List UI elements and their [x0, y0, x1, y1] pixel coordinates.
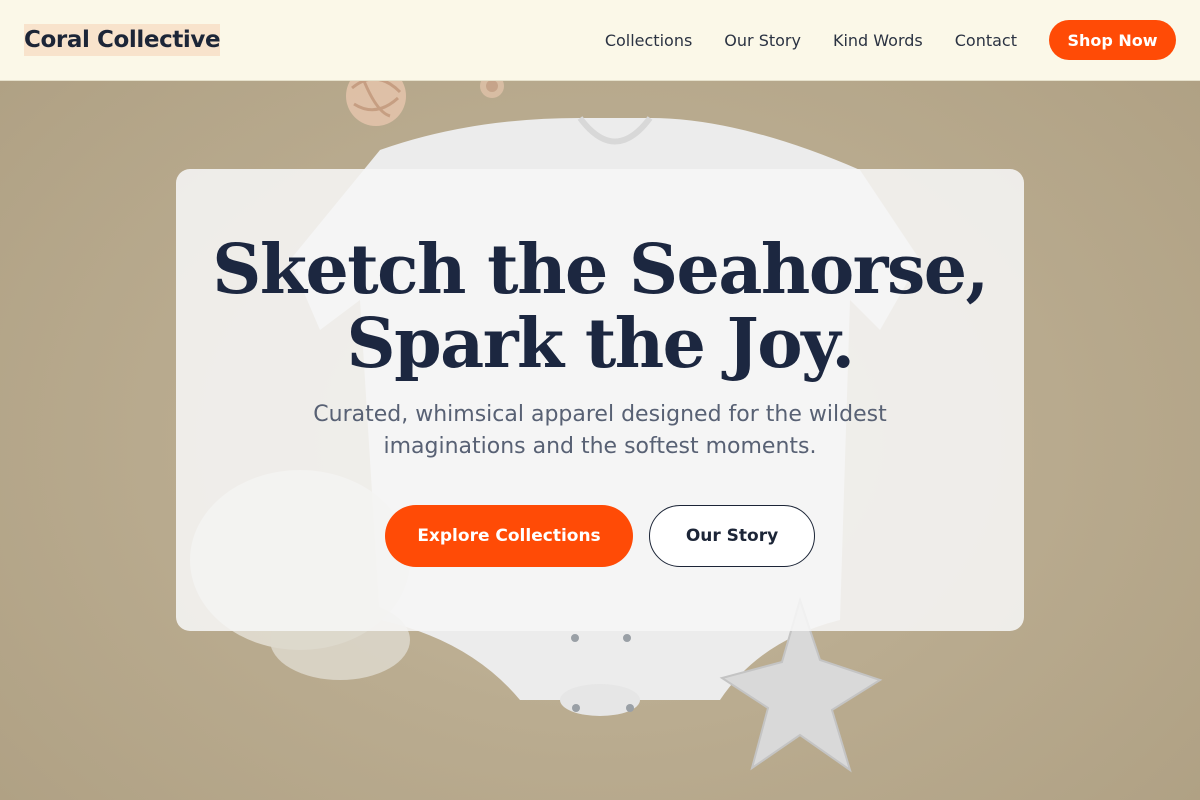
hero-card: Sketch the Seahorse, Spark the Joy. Cura…: [176, 169, 1024, 631]
hero-cta-row: Explore Collections Our Story: [176, 505, 1024, 567]
hero-subheading: Curated, whimsical apparel designed for …: [313, 402, 887, 459]
hero-headline-line1: Sketch the Seahorse,: [212, 230, 989, 310]
nav-link-kind-words[interactable]: Kind Words: [833, 31, 923, 50]
site-header: Coral Collective Collections Our Story K…: [0, 0, 1200, 81]
explore-collections-button[interactable]: Explore Collections: [385, 505, 633, 567]
our-story-button[interactable]: Our Story: [649, 505, 815, 567]
main-nav: Collections Our Story Kind Words Contact: [605, 31, 1017, 50]
nav-link-contact[interactable]: Contact: [955, 31, 1017, 50]
nav-link-our-story[interactable]: Our Story: [724, 31, 801, 50]
brand-logo[interactable]: Coral Collective: [24, 24, 221, 56]
hero-headline-line2: Spark the Joy.: [346, 304, 855, 384]
hero-headline: Sketch the Seahorse, Spark the Joy.: [176, 233, 1024, 381]
nav-link-collections[interactable]: Collections: [605, 31, 692, 50]
shop-now-button[interactable]: Shop Now: [1049, 20, 1176, 60]
